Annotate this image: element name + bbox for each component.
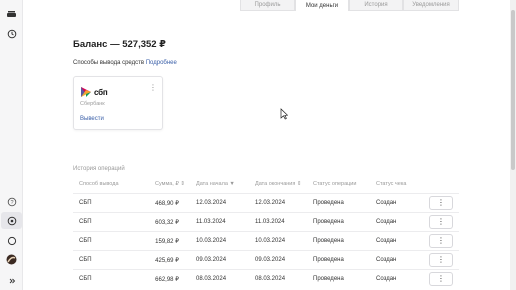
- balance-heading: Баланс — 527,352 ₽: [73, 39, 166, 50]
- row-operation-status: Проведена: [313, 219, 344, 225]
- row-receipt-status: Создан: [376, 200, 397, 206]
- row-start-date: 11.03.2024: [196, 219, 226, 225]
- row-method: СБП: [79, 219, 92, 225]
- history-title: История операций: [73, 166, 125, 172]
- table-row: СБП 468,90 ₽ 12.03.2024 12.03.2024 Прове…: [73, 193, 459, 212]
- row-end-date: 08.03.2024: [255, 276, 286, 282]
- sbp-method-card: сбп ⋮ Сбербанк Вывести: [73, 76, 163, 130]
- tab-history[interactable]: История: [349, 0, 403, 11]
- row-end-date: 10.03.2024: [255, 238, 286, 244]
- header-end-date[interactable]: Дата окончания ⇕: [255, 181, 301, 187]
- row-actions-button[interactable]: ⋮: [429, 196, 453, 210]
- header-start-date[interactable]: Дата начала ▼: [196, 181, 235, 187]
- row-method: СБП: [79, 200, 92, 206]
- row-operation-status: Проведена: [313, 200, 344, 206]
- row-amount: 603,32 ₽: [155, 220, 179, 226]
- row-receipt-status: Создан: [376, 276, 397, 282]
- row-amount: 425,69 ₽: [155, 258, 179, 264]
- withdraw-button[interactable]: Вывести: [80, 116, 104, 122]
- row-start-date: 09.03.2024: [196, 257, 227, 263]
- expand-icon[interactable]: [6, 275, 17, 286]
- row-amount: 468,90 ₽: [155, 201, 179, 207]
- row-receipt-status: Создан: [376, 219, 397, 225]
- tab-notifications[interactable]: Уведомления: [403, 0, 459, 11]
- tab-profile[interactable]: Профиль: [240, 0, 295, 11]
- tab-my-money[interactable]: Мои деньги: [295, 0, 349, 11]
- row-actions-button[interactable]: ⋮: [429, 253, 453, 267]
- row-operation-status: Проведена: [313, 276, 344, 282]
- header-operation-status: Статус операции: [313, 181, 357, 187]
- card-menu-icon[interactable]: ⋮: [149, 84, 157, 92]
- row-receipt-status: Создан: [376, 238, 397, 244]
- row-operation-status: Проведена: [313, 238, 344, 244]
- row-method: СБП: [79, 257, 92, 263]
- table-row: СБП 662,98 ₽ 08.03.2024 08.03.2024 Прове…: [73, 269, 459, 288]
- row-end-date: 11.03.2024: [255, 219, 285, 225]
- wallet-icon[interactable]: [6, 215, 17, 226]
- brand-icon[interactable]: [6, 9, 17, 20]
- header-receipt-status: Статус чека: [376, 181, 407, 187]
- mouse-cursor-icon: [280, 108, 288, 120]
- withdrawal-methods-line: Способы вывода средств Подробнее: [73, 60, 177, 66]
- row-amount: 159,82 ₽: [155, 239, 179, 245]
- table-row: СБП 159,82 ₽ 10.03.2024 10.03.2024 Прове…: [73, 231, 459, 250]
- row-amount: 662,98 ₽: [155, 277, 179, 283]
- svg-text:?: ?: [10, 200, 13, 206]
- more-link[interactable]: Подробнее: [146, 60, 177, 66]
- row-actions-button[interactable]: ⋮: [429, 215, 453, 229]
- row-actions-button[interactable]: ⋮: [429, 234, 453, 248]
- withdrawal-methods-label: Способы вывода средств: [73, 60, 145, 66]
- sbp-logo-icon: [81, 87, 91, 97]
- row-start-date: 08.03.2024: [196, 276, 227, 282]
- row-end-date: 12.03.2024: [255, 200, 286, 206]
- row-actions-button[interactable]: ⋮: [429, 272, 453, 286]
- table-row: СБП 425,69 ₽ 09.03.2024 09.03.2024 Прове…: [73, 250, 459, 269]
- row-operation-status: Проведена: [313, 257, 344, 263]
- chat-icon[interactable]: [6, 235, 17, 246]
- header-amount[interactable]: Сумма, ₽ ⇕: [155, 181, 185, 187]
- bank-name: Сбербанк: [80, 101, 105, 107]
- sbp-brand-text: сбп: [94, 88, 108, 97]
- row-method: СБП: [79, 238, 92, 244]
- row-receipt-status: Создан: [376, 257, 397, 263]
- scrollbar-thumb[interactable]: [511, 10, 515, 170]
- history-table-header: Способ вывода Сумма, ₽ ⇕ Дата начала ▼ Д…: [73, 181, 459, 193]
- history-icon[interactable]: [6, 28, 17, 39]
- row-start-date: 12.03.2024: [196, 200, 227, 206]
- row-method: СБП: [79, 276, 92, 282]
- sidebar: ?: [0, 0, 23, 290]
- avatar[interactable]: [6, 254, 17, 265]
- help-icon[interactable]: ?: [6, 196, 17, 207]
- tab-bar: Профиль Мои деньги История Уведомления: [240, 0, 459, 11]
- page-scrollbar[interactable]: [510, 0, 516, 290]
- row-end-date: 09.03.2024: [255, 257, 286, 263]
- header-method[interactable]: Способ вывода: [79, 181, 119, 187]
- table-row: СБП 603,32 ₽ 11.03.2024 11.03.2024 Прове…: [73, 212, 459, 231]
- row-start-date: 10.03.2024: [196, 238, 227, 244]
